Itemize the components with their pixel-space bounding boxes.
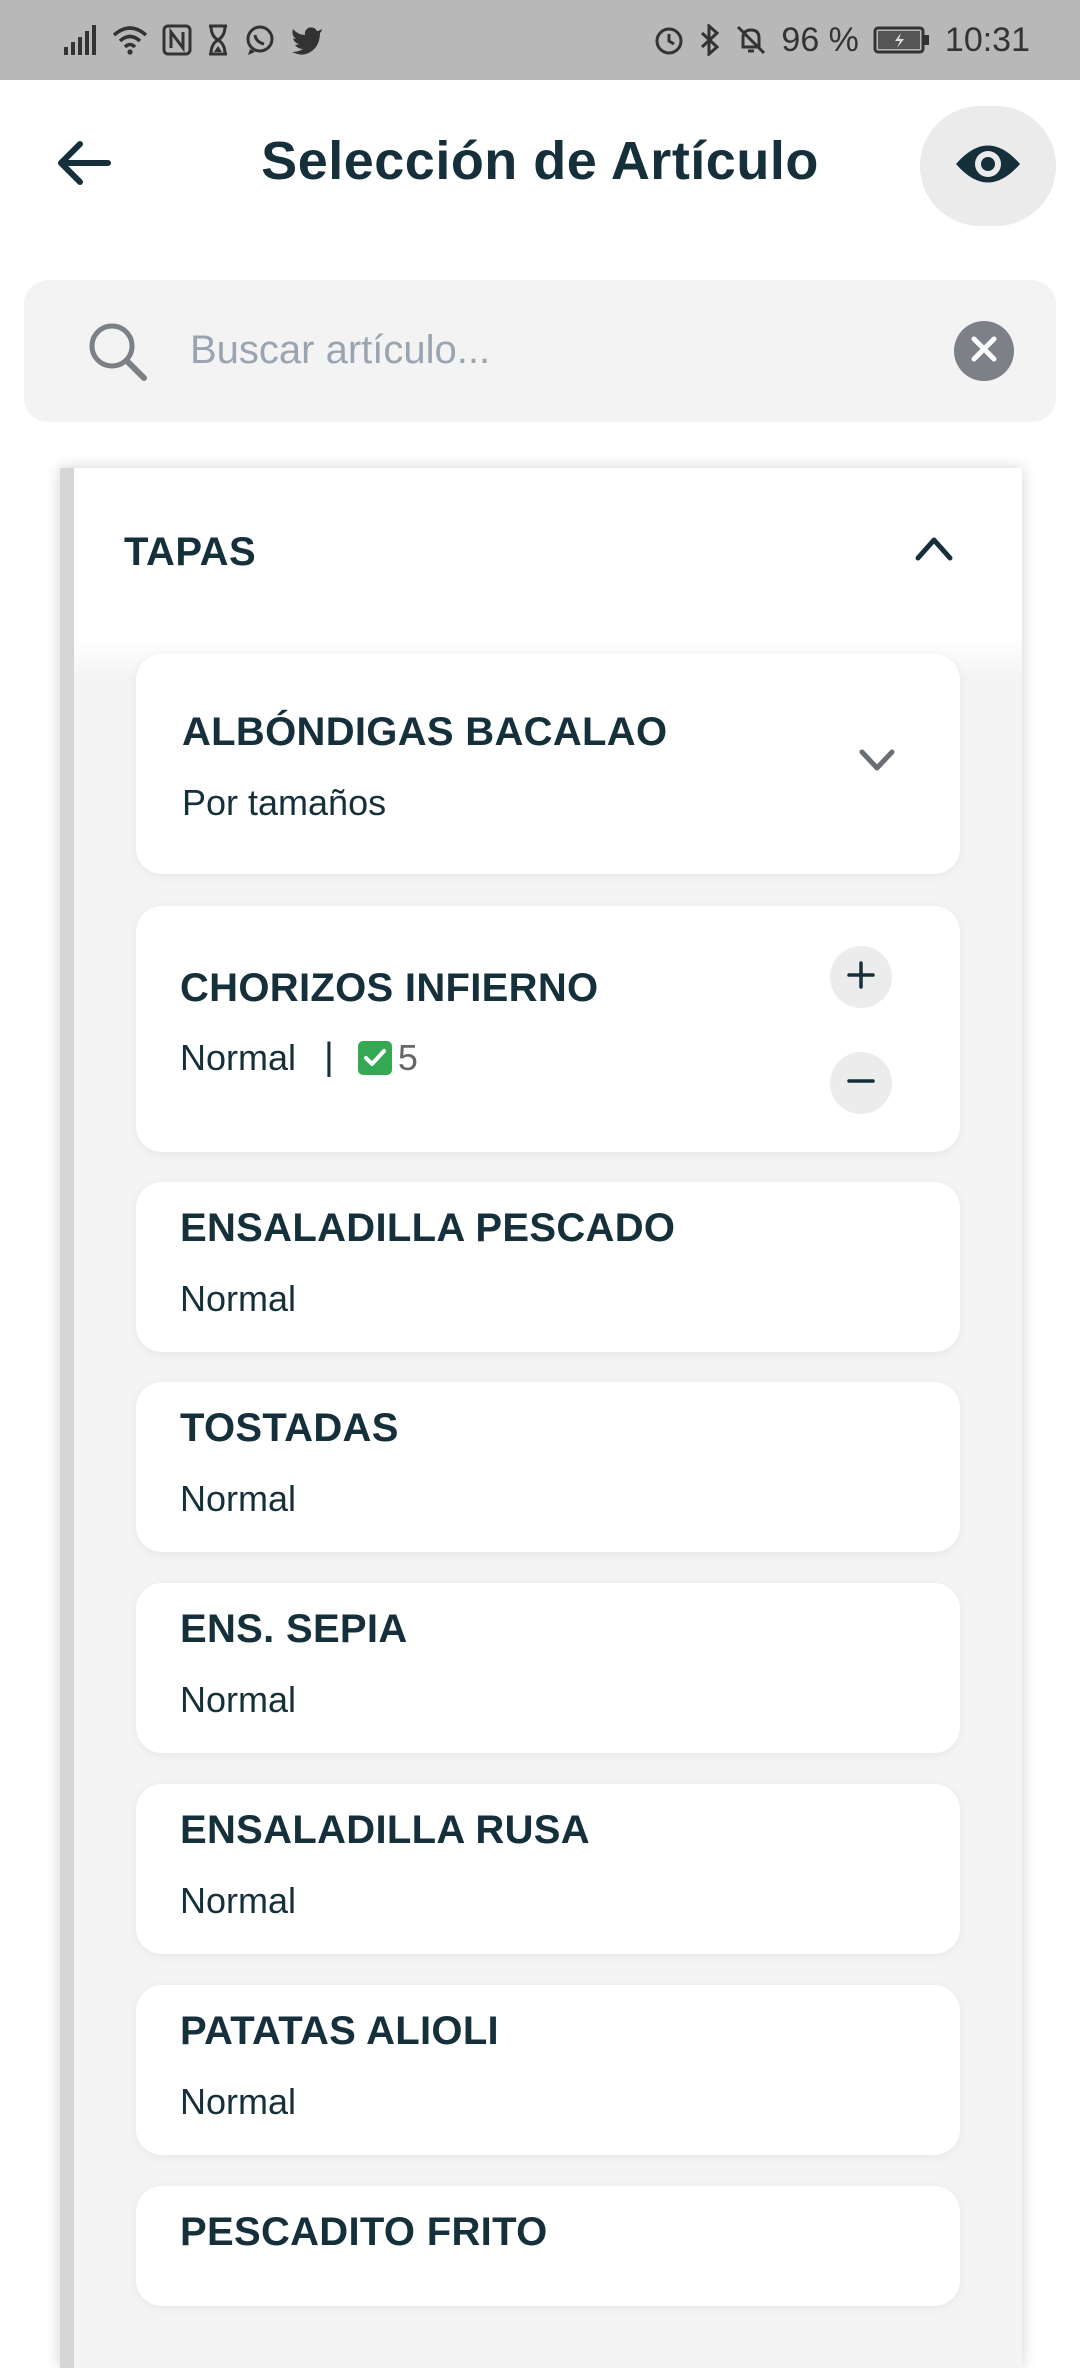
item-card-ensaladilla-pescado[interactable]: ENSALADILLA PESCADO Normal bbox=[136, 1182, 960, 1352]
item-subtitle: Normal bbox=[180, 1679, 297, 1720]
battery-percent: 96 % bbox=[781, 20, 859, 59]
chevron-down-icon[interactable] bbox=[858, 748, 896, 779]
view-button[interactable] bbox=[920, 106, 1056, 226]
item-name: TOSTADAS bbox=[180, 1406, 399, 1450]
item-name: CHORIZOS INFIERNO bbox=[180, 966, 599, 1010]
item-name: ENSALADILLA PESCADO bbox=[180, 1206, 676, 1250]
app-header: Selección de Artículo bbox=[0, 80, 1080, 250]
item-name: ENSALADILLA RUSA bbox=[180, 1808, 590, 1852]
item-name: PATATAS ALIOLI bbox=[180, 2009, 499, 2053]
item-card-albondigas-bacalao[interactable]: ALBÓNDIGAS BACALAO Por tamaños bbox=[136, 654, 960, 874]
item-name: ENS. SEPIA bbox=[180, 1607, 408, 1651]
clock: 10:31 bbox=[944, 20, 1030, 59]
nfc-icon bbox=[162, 20, 192, 60]
plus-icon bbox=[846, 960, 876, 995]
item-subtitle: Normal bbox=[180, 1278, 297, 1319]
check-icon bbox=[357, 1040, 392, 1075]
status-bar: 96 % 10:31 bbox=[0, 0, 1080, 80]
increment-button[interactable] bbox=[830, 946, 892, 1008]
item-subtitle: Normal bbox=[180, 1036, 297, 1078]
status-right-icons: 96 % 10:31 bbox=[653, 20, 1030, 60]
twitter-icon bbox=[290, 20, 324, 60]
bell-off-icon bbox=[735, 20, 767, 60]
chevron-up-icon bbox=[914, 534, 954, 567]
clear-search-button[interactable] bbox=[954, 321, 1014, 381]
item-name: ALBÓNDIGAS BACALAO bbox=[182, 710, 668, 754]
search-icon bbox=[86, 320, 150, 389]
signal-icon bbox=[64, 20, 98, 60]
category-title: TAPAS bbox=[124, 530, 257, 574]
item-card-chorizos-infierno[interactable]: CHORIZOS INFIERNO Normal | 5 bbox=[136, 906, 960, 1152]
item-subtitle: Normal bbox=[180, 2081, 297, 2122]
search-bar bbox=[24, 280, 1056, 422]
item-card-tostadas[interactable]: TOSTADAS Normal bbox=[136, 1382, 960, 1552]
separator: | bbox=[324, 1036, 334, 1078]
category-header[interactable]: TAPAS bbox=[74, 468, 1022, 638]
item-subtitle: Normal bbox=[180, 1880, 297, 1921]
item-card-ensaladilla-rusa[interactable]: ENSALADILLA RUSA Normal bbox=[136, 1784, 960, 1954]
wifi-icon bbox=[112, 20, 148, 60]
search-input[interactable] bbox=[190, 310, 950, 390]
status-left-icons bbox=[64, 20, 324, 60]
item-card-patatas-alioli[interactable]: PATATAS ALIOLI Normal bbox=[136, 1985, 960, 2155]
whatsapp-icon bbox=[244, 20, 276, 60]
item-subtitle: Normal bbox=[180, 1478, 297, 1519]
item-subtitle-row: Normal | 5 bbox=[180, 1036, 418, 1079]
item-subtitle: Por tamaños bbox=[182, 782, 387, 823]
bluetooth-icon bbox=[699, 20, 721, 60]
quantity-value: 5 bbox=[397, 1036, 418, 1078]
item-card-ens-sepia[interactable]: ENS. SEPIA Normal bbox=[136, 1583, 960, 1753]
hourglass-icon bbox=[206, 20, 230, 60]
decrement-button[interactable] bbox=[830, 1052, 892, 1114]
item-card-pescadito-frito[interactable]: PESCADITO FRITO bbox=[136, 2186, 960, 2306]
minus-icon bbox=[846, 1066, 876, 1101]
eye-icon bbox=[953, 141, 1023, 192]
page-title: Selección de Artículo bbox=[261, 131, 819, 191]
item-name: PESCADITO FRITO bbox=[180, 2210, 548, 2254]
close-icon bbox=[969, 334, 999, 369]
alarm-icon bbox=[653, 20, 685, 60]
battery-icon bbox=[873, 20, 931, 60]
